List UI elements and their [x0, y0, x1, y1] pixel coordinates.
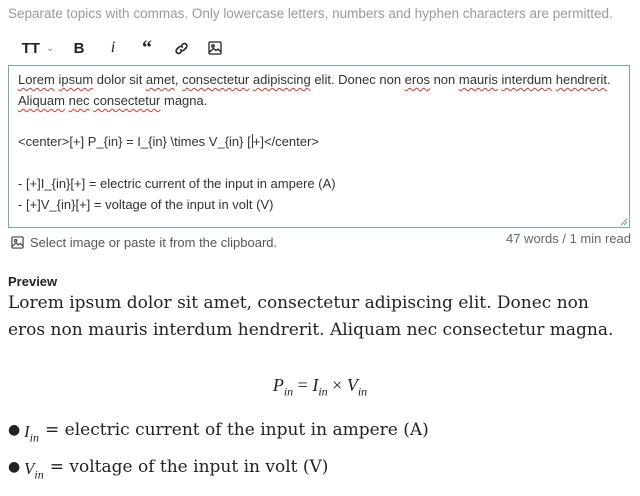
- editor-line-5: - [+]V_{in}[+] = voltage of the input in…: [18, 196, 274, 212]
- image-icon: [208, 41, 222, 55]
- image-button[interactable]: [202, 35, 228, 61]
- chevron-down-icon: ⌄: [45, 42, 55, 54]
- preview-list-item: ● Iin = electric current of the input in…: [8, 420, 429, 445]
- editor-line-4: - [+]I_{in}[+] = electric current of the…: [18, 175, 336, 191]
- image-upload-link[interactable]: Select image or paste it from the clipbo…: [11, 235, 277, 250]
- editor-blank-line: [18, 153, 620, 174]
- editor-line-2: Aliquam nec consectetur magna.: [18, 92, 208, 108]
- editor-line-3: <center>[+] P_{in} = I_{in} \times V_{in…: [18, 134, 319, 150]
- markdown-editor: TT ⌄ B i “ Lorem ipsum dolor sit amet, c…: [8, 31, 630, 228]
- image-icon: [11, 236, 24, 249]
- italic-button[interactable]: i: [100, 35, 126, 61]
- editor-toolbar: TT ⌄ B i “: [8, 31, 630, 65]
- topics-hint: Separate topics with commas. Only lowerc…: [8, 6, 613, 21]
- word-count: 47 words / 1 min read: [505, 231, 631, 246]
- quote-button[interactable]: “: [134, 35, 160, 61]
- editor-blank-line: [18, 112, 620, 133]
- editor-textarea[interactable]: Lorem ipsum dolor sit amet, consectetur …: [8, 65, 630, 228]
- preview-equation: Pin = Iin × Vin: [272, 375, 368, 399]
- editor-line-1: Lorem ipsum dolor sit amet, consectetur …: [18, 72, 611, 87]
- preview-paragraph: Lorem ipsum dolor sit amet, consectetur …: [8, 293, 614, 340]
- upload-label: Select image or paste it from the clipbo…: [30, 235, 278, 250]
- resize-handle-icon[interactable]: [620, 218, 628, 226]
- heading-button[interactable]: TT ⌄: [18, 35, 58, 61]
- link-icon: [174, 42, 188, 54]
- heading-icon: TT: [21, 39, 40, 57]
- bullet-icon: ●: [8, 422, 21, 438]
- preview-list-item: ● Vin = voltage of the input in volt (V): [8, 457, 329, 482]
- preview-heading: Preview: [8, 274, 58, 289]
- bold-button[interactable]: B: [66, 35, 92, 61]
- link-button[interactable]: [168, 35, 194, 61]
- bullet-icon: ●: [8, 459, 21, 475]
